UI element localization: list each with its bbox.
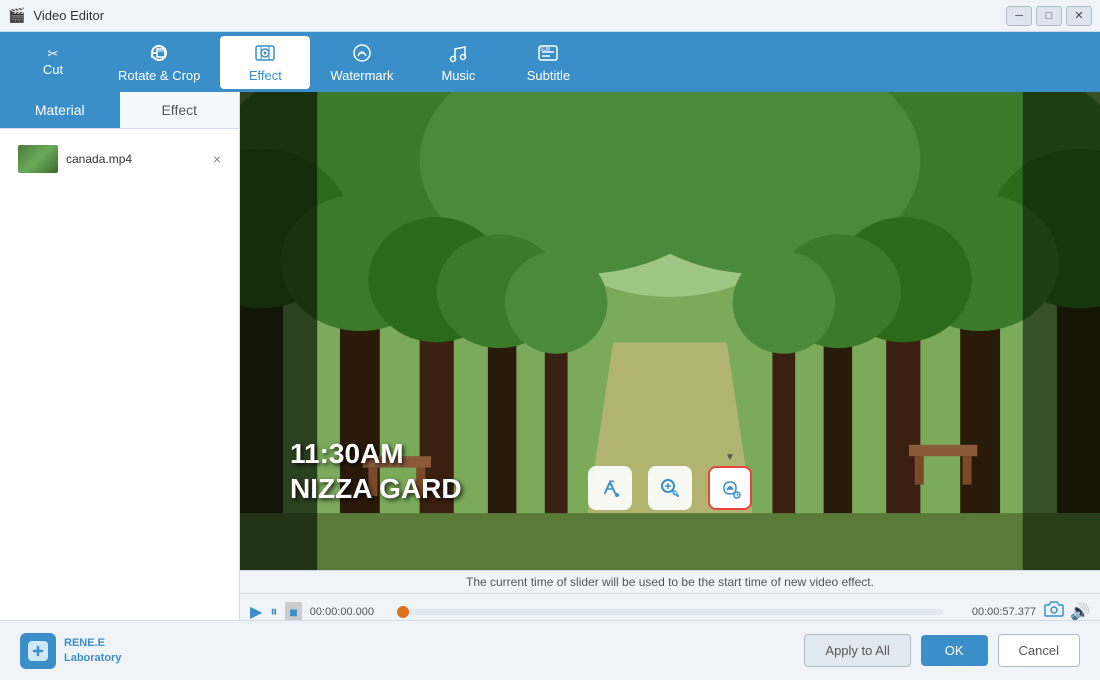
message-text: The current time of slider will be used … [466,575,874,589]
tab-cut[interactable]: ✂ Cut [8,41,98,83]
progress-handle[interactable] [397,606,409,618]
file-close-button[interactable]: × [213,151,221,167]
cut-icon: ✂ [48,47,59,60]
tab-watermark-label: Watermark [330,68,393,83]
tab-rotate[interactable]: Rotate & Crop [98,36,220,89]
music-icon [447,42,469,66]
start-time: 00:00:00.000 [310,606,395,618]
logo-line2: Laboratory [64,651,121,665]
tab-rotate-label: Rotate & Crop [118,68,200,83]
play-button[interactable]: ▶ [250,602,262,622]
tab-music[interactable]: Music [413,36,503,89]
tab-watermark[interactable]: Watermark [310,36,413,89]
main-content: Material Effect canada.mp4 × [0,92,1100,680]
sidebar-tabs: Material Effect [0,92,239,129]
zoom-effect-button[interactable]: + [648,466,692,510]
brush-effect-button[interactable] [588,466,632,510]
cancel-button[interactable]: Cancel [998,634,1080,667]
sidebar: Material Effect canada.mp4 × [0,92,240,680]
effect-icon [254,42,276,66]
brush-action-wrapper [588,466,632,510]
video-location: NIZZA GARD [290,473,462,505]
watermark-icon [351,42,373,66]
minimize-button[interactable]: ─ [1006,6,1032,26]
logo-text: RENE.E Laboratory [64,636,121,665]
video-actions: + ▼ + [588,466,752,510]
logo-icon [20,633,56,669]
ok-button[interactable]: OK [921,635,988,666]
file-item[interactable]: canada.mp4 × [10,139,229,179]
subtitle-icon: SUB [537,42,559,66]
tab-music-label: Music [441,68,475,83]
video-timestamp: 11:30AM [290,438,404,470]
tab-subtitle-label: Subtitle [527,68,570,83]
video-area: 11:30AM NIZZA GARD [240,92,1100,680]
svg-text:SUB: SUB [540,47,551,53]
close-button[interactable]: ✕ [1066,6,1092,26]
rotate-icon [148,42,170,66]
sidebar-tab-effect[interactable]: Effect [120,92,240,128]
tab-bar: ✂ Cut Rotate & Crop Effect [0,32,1100,92]
video-frame: 11:30AM NIZZA GARD [240,92,1100,570]
footer: RENE.E Laboratory Apply to All OK Cancel [0,620,1100,680]
end-time: 00:00:57.377 [951,606,1036,618]
pause-button[interactable]: ⏸ [270,603,277,620]
stop-button[interactable]: ■ [285,602,301,622]
zoom-action-wrapper: + [648,466,692,510]
svg-text:+: + [673,491,676,497]
title-bar: 🎬 Video Editor ─ □ ✕ [0,0,1100,32]
sidebar-tab-material[interactable]: Material [0,92,120,128]
audio-effect-button[interactable]: + [708,466,752,510]
file-thumbnail [18,145,58,173]
tab-effect-label: Effect [249,68,282,83]
volume-icon[interactable]: 🔊 [1070,602,1090,622]
logo-area: RENE.E Laboratory [20,633,121,669]
app-title: Video Editor [33,8,104,23]
apply-to-all-button[interactable]: Apply to All [804,634,910,667]
svg-text:+: + [736,493,740,499]
message-bar: The current time of slider will be used … [240,570,1100,593]
audio-effect-action-wrapper: ▼ + [708,466,752,510]
video-container: 11:30AM NIZZA GARD [240,92,1100,570]
window-controls[interactable]: ─ □ ✕ [1006,6,1092,26]
sidebar-content: canada.mp4 × [0,129,239,680]
dropdown-arrow-icon: ▼ [725,452,735,463]
maximize-button[interactable]: □ [1036,6,1062,26]
file-name: canada.mp4 [66,152,132,166]
tab-effect[interactable]: Effect [220,36,310,89]
tab-cut-label: Cut [43,62,63,77]
tab-subtitle[interactable]: SUB Subtitle [503,36,593,89]
footer-buttons: Apply to All OK Cancel [804,634,1080,667]
progress-bar[interactable] [403,609,943,615]
logo-line1: RENE.E [64,636,121,650]
app-icon: 🎬 [8,7,25,24]
title-bar-left: 🎬 Video Editor [8,7,104,24]
